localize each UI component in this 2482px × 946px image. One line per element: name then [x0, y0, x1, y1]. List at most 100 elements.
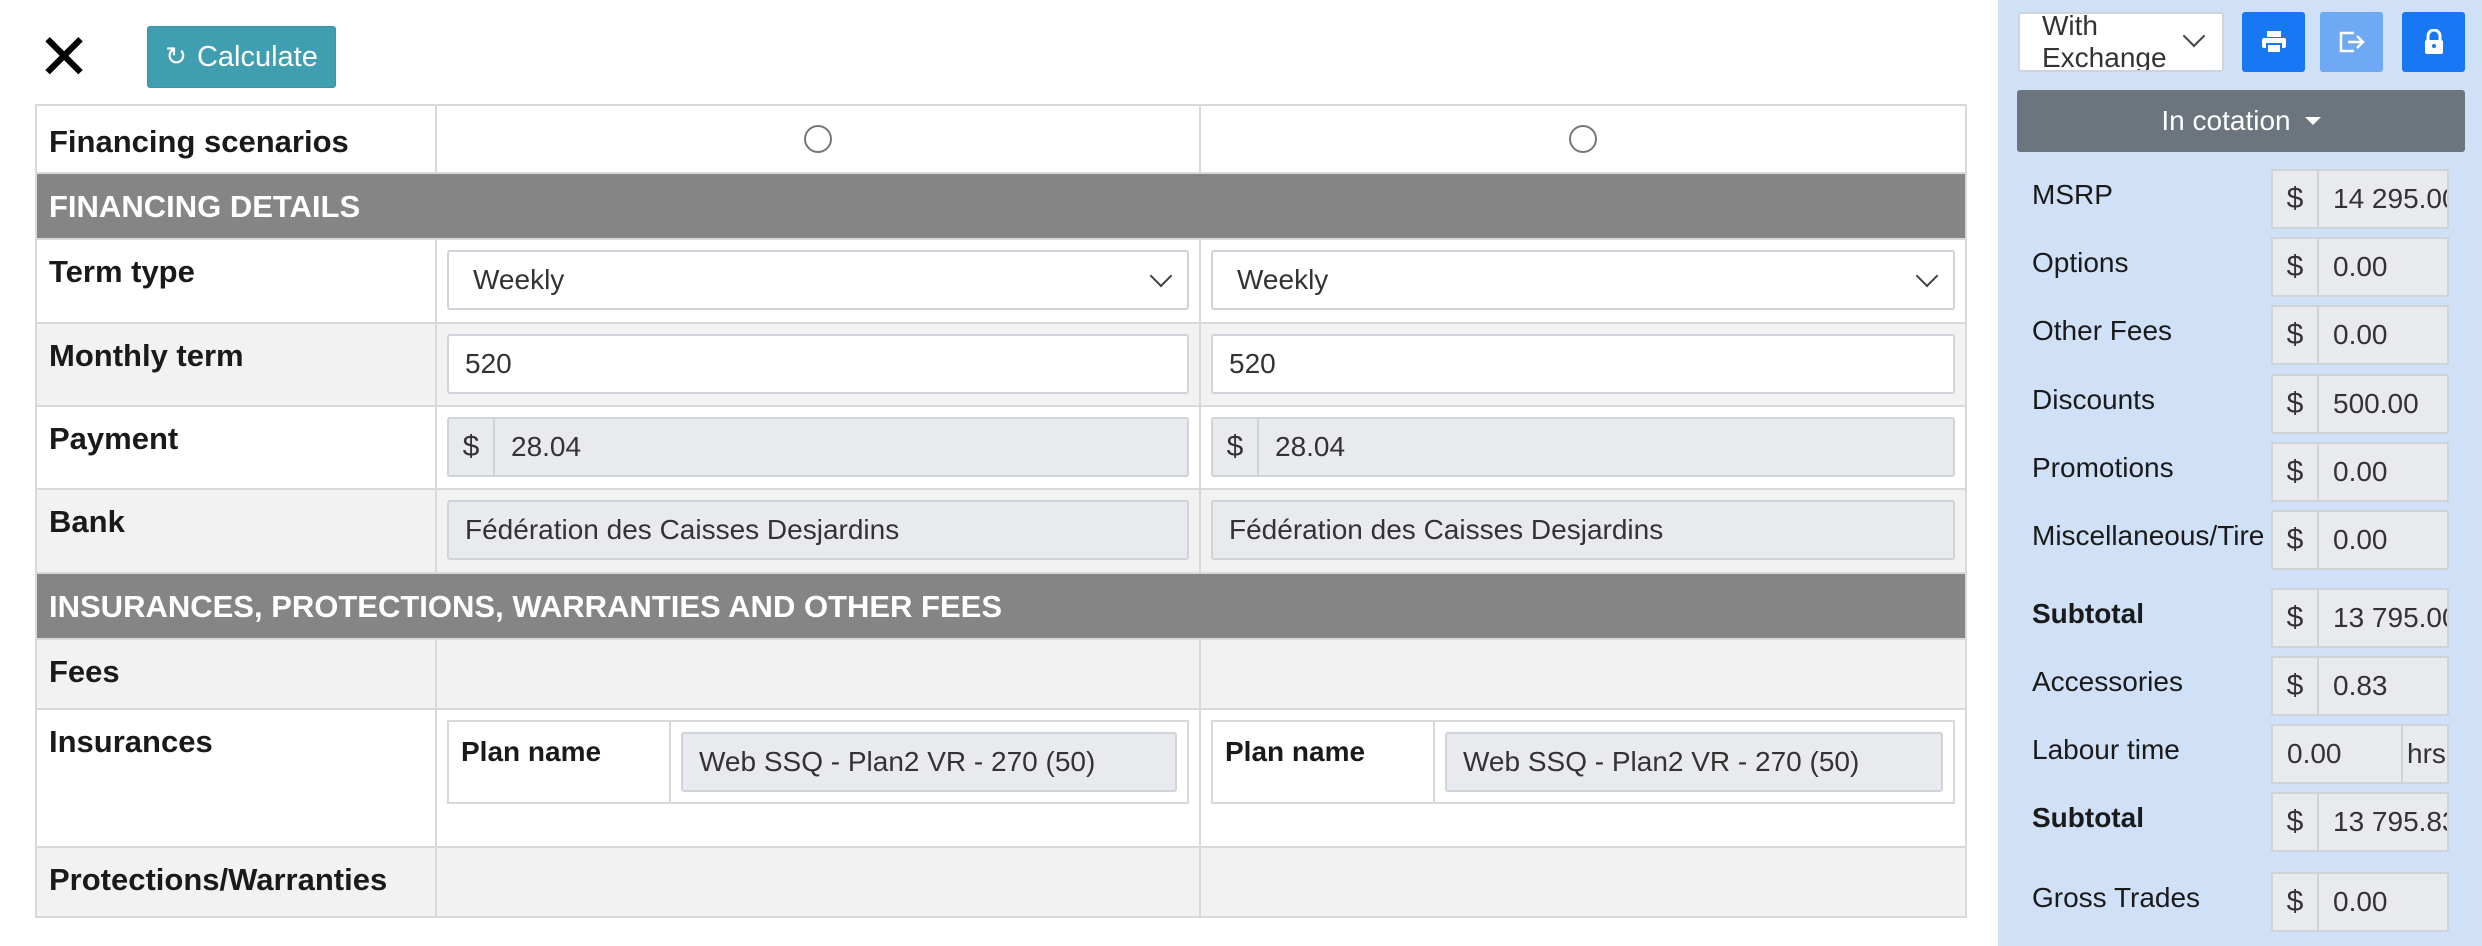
scenario-1-radio[interactable] [804, 125, 832, 153]
scenario-2-plan-name-field: Web SSQ - Plan2 VR - 270 (50) [1445, 732, 1943, 792]
subtotal-2-row: Subtotal $ 13 795.83 [1998, 792, 2482, 854]
dollar-addon: $ [2271, 305, 2317, 365]
accessories-value: 0.83 [2317, 656, 2449, 716]
scenario-2-radio[interactable] [1569, 125, 1597, 153]
scenarios-row: Financing scenarios [35, 104, 1967, 174]
misc-tire-label: Miscellaneous/Tire [2032, 520, 2265, 551]
dollar-addon: $ [2271, 374, 2317, 434]
summary-panel: With Exchange In cotation MSRP $ 14 295.… [1998, 0, 2482, 946]
caret-down-icon [2304, 117, 2321, 125]
labour-time-row: Labour time 0.00 hrs [1998, 724, 2482, 786]
calculate-button[interactable]: ↻ Calculate [147, 26, 336, 88]
bank-label: Bank [37, 490, 437, 572]
status-label: In cotation [2161, 105, 2291, 136]
plan-name-label: Plan name [449, 722, 671, 802]
misc-tire-value: 0.00 [2317, 510, 2449, 570]
msrp-value: 14 295.00 [2317, 169, 2449, 229]
scenario-2-term-type-select[interactable]: Weekly [1211, 250, 1955, 310]
subtotal-label: Subtotal [2032, 598, 2144, 629]
options-label: Options [2032, 247, 2129, 278]
term-type-row: Term type Weekly Weekly [35, 240, 1967, 324]
misc-tire-row: Miscellaneous/Tire $ 0.00 [1998, 510, 2482, 572]
scenario-2-monthly-term-input[interactable]: 520 [1211, 334, 1955, 394]
chevron-down-icon [1915, 264, 1939, 288]
term-type-label: Term type [37, 240, 437, 322]
financing-grid: Financing scenarios FINANCING DETAILS Te… [35, 104, 1967, 918]
hrs-addon: hrs [2403, 724, 2449, 784]
lock-button[interactable] [2402, 12, 2465, 72]
fees-label: Fees [37, 640, 437, 708]
scenario-2-plan: Plan name Web SSQ - Plan2 VR - 270 (50) [1211, 720, 1955, 804]
scenario-1-monthly-term-input[interactable]: 520 [447, 334, 1189, 394]
promotions-row: Promotions $ 0.00 [1998, 442, 2482, 504]
payment-label: Payment [37, 407, 437, 488]
bank-row: Bank Fédération des Caisses Desjardins F… [35, 490, 1967, 574]
scenario-1-payment-field: 28.04 [493, 417, 1189, 477]
scenario-1-plan-name-field: Web SSQ - Plan2 VR - 270 (50) [681, 732, 1177, 792]
promotions-label: Promotions [2032, 452, 2174, 483]
scenario-1-payment-group: $ 28.04 [447, 417, 1189, 477]
labour-time-value: 0.00 [2271, 724, 2403, 784]
insurances-row: Insurances Plan name Web SSQ - Plan2 VR … [35, 710, 1967, 848]
monthly-term-label: Monthly term [37, 324, 437, 405]
dollar-addon: $ [2271, 237, 2317, 297]
close-icon[interactable]: ✕ [36, 26, 92, 90]
gross-trades-label: Gross Trades [2032, 882, 2201, 913]
monthly-term-row: Monthly term 520 520 [35, 324, 1967, 407]
fees-row: Fees [35, 640, 1967, 710]
scenario-1-plan: Plan name Web SSQ - Plan2 VR - 270 (50) [447, 720, 1189, 804]
scenario-1-radio-cell [437, 106, 1201, 172]
financing-details-header: FINANCING DETAILS [35, 174, 1967, 240]
scenario-1-term-type-select[interactable]: Weekly [447, 250, 1189, 310]
accessories-row: Accessories $ 0.83 [1998, 656, 2482, 718]
scenario-2-bank-field: Fédération des Caisses Desjardins [1211, 500, 1955, 560]
calculate-label: Calculate [196, 40, 318, 73]
lock-icon [2424, 29, 2443, 54]
print-button[interactable] [2242, 12, 2305, 72]
msrp-row: MSRP $ 14 295.00 [1998, 169, 2482, 231]
other-fees-label: Other Fees [2032, 315, 2173, 346]
gross-trades-row: Gross Trades $ 0.00 [1998, 872, 2482, 934]
options-row: Options $ 0.00 [1998, 237, 2482, 299]
msrp-label: MSRP [2032, 179, 2113, 210]
print-icon [2261, 31, 2286, 54]
dollar-addon: $ [2271, 510, 2317, 570]
scenario-2-radio-cell [1201, 106, 1965, 172]
plan-name-label: Plan name [1213, 722, 1435, 802]
export-button[interactable] [2320, 12, 2383, 72]
payment-row: Payment $ 28.04 $ 28.04 [35, 407, 1967, 490]
scenario-1-bank-field: Fédération des Caisses Desjardins [447, 500, 1189, 560]
export-icon [2339, 31, 2365, 53]
protections-row: Protections/Warranties [35, 848, 1967, 918]
promotions-value: 0.00 [2317, 442, 2449, 502]
status-dropdown[interactable]: In cotation [2017, 90, 2465, 152]
dollar-addon: $ [2271, 792, 2317, 852]
dollar-addon: $ [447, 417, 493, 477]
scenarios-label: Financing scenarios [37, 106, 437, 172]
scenario-2-payment-group: $ 28.04 [1211, 417, 1955, 477]
insurances-header: INSURANCES, PROTECTIONS, WARRANTIES AND … [35, 574, 1967, 640]
subtotal-row: Subtotal $ 13 795.00 [1998, 588, 2482, 650]
protections-label: Protections/Warranties [37, 848, 437, 916]
dollar-addon: $ [1211, 417, 1257, 477]
dollar-addon: $ [2271, 442, 2317, 502]
refresh-icon: ↻ [165, 42, 187, 72]
labour-time-label: Labour time [2032, 734, 2180, 765]
accessories-label: Accessories [2032, 666, 2183, 697]
subtotal-2-value: 13 795.83 [2317, 792, 2449, 852]
discounts-value: 500.00 [2317, 374, 2449, 434]
other-fees-value: 0.00 [2317, 305, 2449, 365]
dollar-addon: $ [2271, 169, 2317, 229]
chevron-down-icon [1149, 264, 1173, 288]
dollar-addon: $ [2271, 656, 2317, 716]
subtotal-2-label: Subtotal [2032, 802, 2144, 833]
options-value: 0.00 [2317, 237, 2449, 297]
term-type-value: Weekly [1237, 264, 1329, 295]
discounts-row: Discounts $ 500.00 [1998, 374, 2482, 436]
term-type-value: Weekly [473, 264, 565, 295]
subtotal-value: 13 795.00 [2317, 588, 2449, 648]
exchange-select[interactable]: With Exchange [2018, 12, 2224, 72]
scenario-2-payment-field: 28.04 [1257, 417, 1955, 477]
other-fees-row: Other Fees $ 0.00 [1998, 305, 2482, 367]
gross-trades-value: 0.00 [2317, 872, 2449, 932]
